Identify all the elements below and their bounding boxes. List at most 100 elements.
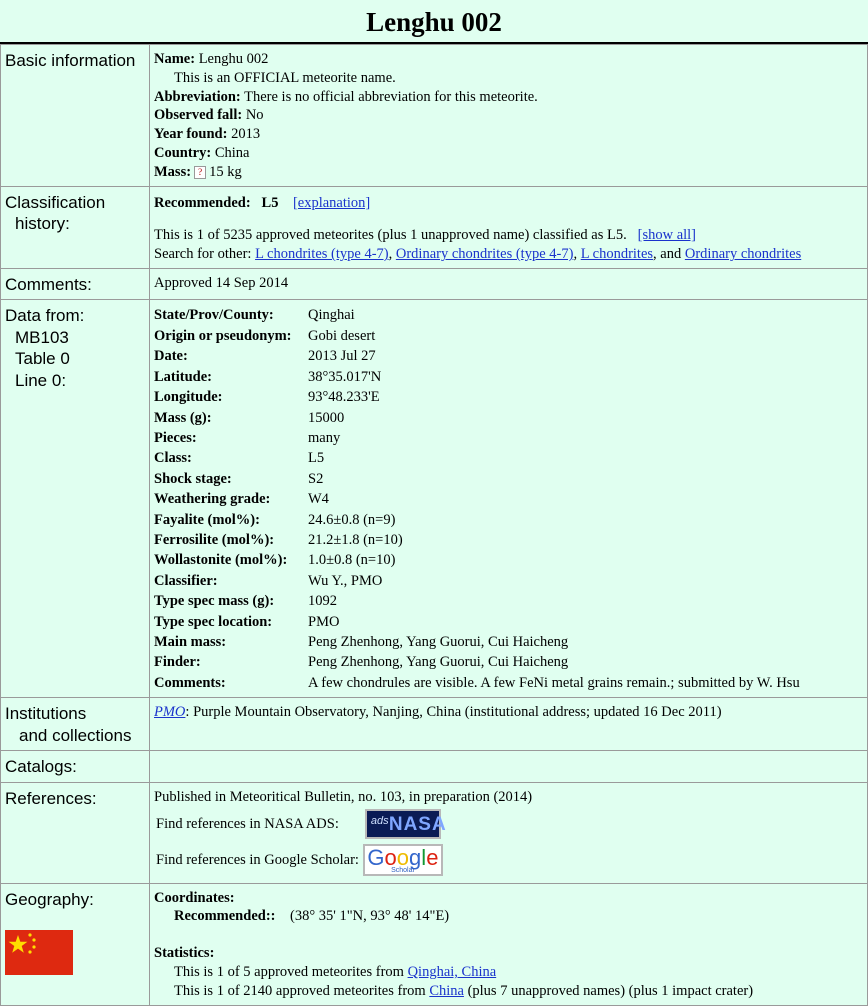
classification-count-text: This is 1 of 5235 approved meteorites (p… (154, 227, 627, 244)
data-row: Comments: A few chondrules are visible. A… (154, 673, 800, 693)
data-row-key: Mass (g): (154, 409, 212, 426)
data-row-value: L5 (308, 450, 325, 467)
data-from-label: Data from: MB103 Table 0 Line 0: (0, 299, 150, 699)
show-all-link[interactable]: [show all] (638, 227, 696, 243)
data-row-value: 93°48.233'E (308, 389, 380, 406)
name-value: Lenghu 002 (198, 51, 269, 67)
qinghai-china-link[interactable]: Qinghai, China (408, 964, 497, 980)
geography-label-cell: Geography: (0, 882, 150, 1006)
institutions-label-line2: and collections (19, 725, 132, 745)
help-icon[interactable]: ? (194, 165, 207, 179)
references-row: References: Published in Meteoritical Bu… (0, 781, 868, 884)
data-from-row: Data from: MB103 Table 0 Line 0: State/P… (0, 299, 868, 699)
data-row-value: PMO (308, 613, 340, 630)
data-row-key: Class: (154, 450, 192, 467)
statistics-key: Statistics: (154, 945, 215, 962)
catalogs-label: Catalogs: (0, 750, 150, 783)
nasa-ads-button[interactable]: ads NASA (364, 809, 446, 840)
basic-info-values: Name: Lenghu 002 This is an OFFICIAL met… (149, 44, 868, 187)
data-row-key: State/Prov/County: (154, 307, 274, 324)
search-other-prefix: Search for other: (154, 246, 252, 263)
data-row: Wollastonite (mol%): 1.0±0.8 (n=10) (154, 550, 800, 570)
data-row: Date: 2013 Jul 27 (154, 346, 800, 366)
data-row-key: Wollastonite (mol%): (154, 552, 288, 569)
nasa-ads-row: Find references in NASA ADS: ads NASA (154, 806, 863, 842)
nasa-logo-text: NASA (388, 814, 447, 836)
data-row-value: 2013 Jul 27 (308, 348, 376, 365)
data-row: Fayalite (mol%): 24.6±0.8 (n=9) (154, 510, 800, 530)
data-row: Shock stage: S2 (154, 469, 800, 489)
classification-label: Classification history: (0, 185, 150, 269)
catalogs-value (149, 750, 868, 783)
data-row-value: A few chondrules are visible. A few FeNi… (308, 674, 800, 691)
year-found-key: Year found: (154, 126, 228, 143)
official-note: This is an OFFICIAL meteorite name. (174, 69, 396, 86)
catalogs-row: Catalogs: (0, 750, 868, 783)
data-row: Weathering grade: W4 (154, 489, 800, 509)
google-scholar-text: Find references in Google Scholar: (156, 852, 359, 869)
data-row-key: Type spec mass (g): (154, 593, 275, 610)
geography-row: Geography: Coordinates: Recommended:: (3… (0, 882, 868, 1006)
data-row: Main mass: Peng Zhenhong, Yang Guorui, Cu… (154, 632, 800, 652)
data-row-key: Ferrosilite (mol%): (154, 531, 275, 548)
data-row-value: Peng Zhenhong, Yang Guorui, Cui Haicheng (308, 654, 569, 671)
google-scholar-button[interactable]: Google Scholar (362, 844, 443, 877)
recommended-class: L5 (261, 194, 279, 211)
explanation-link[interactable]: [explanation] (293, 195, 370, 211)
published-text: Published in Meteoritical Bulletin, no. … (154, 788, 533, 805)
data-row: Latitude: 38°35.017'N (154, 367, 800, 387)
data-row-key: Main mass: (154, 633, 227, 650)
data-row-key: Finder: (154, 654, 201, 671)
data-row-value: 24.6±0.8 (n=9) (308, 511, 396, 528)
data-row-value: Qinghai (308, 307, 355, 324)
stat2-suffix: (plus 7 unapproved names) (plus 1 impact… (467, 982, 754, 999)
ads-logo-text: ads (370, 815, 389, 828)
data-row-key: Date: (154, 348, 188, 365)
data-row-value: 15000 (308, 409, 345, 426)
nasa-ads-text: Find references in NASA ADS: (156, 816, 339, 833)
mass-key: Mass: (154, 163, 192, 180)
classification-values: Recommended: L5 [explanation] This is 1 … (149, 185, 868, 269)
data-row-value: 1092 (308, 593, 337, 610)
data-row: Longitude: 93°48.233'E (154, 387, 800, 407)
data-row: Class: L5 (154, 448, 800, 468)
china-link[interactable]: China (429, 983, 464, 999)
data-row-value: 1.0±0.8 (n=10) (308, 552, 396, 569)
country-value: China (214, 144, 250, 161)
data-from-line: Line 0: (15, 370, 67, 390)
data-row-value: W4 (308, 491, 329, 508)
institutions-label: Institutions and collections (0, 697, 150, 752)
classification-label-line1: Classification (5, 192, 106, 212)
ordinary-chondrites-type-link[interactable]: Ordinary chondrites (type 4-7) (396, 246, 574, 262)
data-row-value: many (308, 429, 341, 446)
mass-value: 15 kg (209, 163, 242, 180)
data-row-key: Longitude: (154, 389, 223, 406)
classification-row: Classification history: Recommended: L5 … (0, 185, 868, 269)
data-row-key: Origin or pseudonym: (154, 327, 292, 344)
data-from-label-line1: Data from: (5, 306, 85, 326)
l-chondrites-link[interactable]: L chondrites (581, 246, 653, 262)
ordinary-chondrites-link[interactable]: Ordinary chondrites (685, 246, 801, 262)
observed-fall-key: Observed fall: (154, 107, 243, 124)
data-row-value: Peng Zhenhong, Yang Guorui, Cui Haicheng (308, 633, 569, 650)
l-chondrites-type-link[interactable]: L chondrites (type 4-7) (255, 246, 389, 262)
and-text: , and (653, 246, 682, 263)
references-values: Published in Meteoritical Bulletin, no. … (149, 781, 868, 884)
data-row-value: S2 (308, 470, 324, 487)
data-row: Classifier: Wu Y., PMO (154, 571, 800, 591)
stat2-text: This is 1 of 2140 approved meteorites fr… (174, 982, 426, 999)
data-row-key: Shock stage: (154, 470, 232, 487)
institutions-value: PMO: Purple Mountain Observatory, Nanjin… (149, 697, 868, 752)
pmo-link[interactable]: PMO (154, 704, 185, 720)
institutions-row: Institutions and collections PMO: Purple… (0, 697, 868, 752)
data-row-key: Pieces: (154, 429, 197, 446)
basic-info-row: Basic information Name: Lenghu 002 This … (0, 44, 868, 187)
meteorite-info-table: Basic information Name: Lenghu 002 This … (0, 44, 868, 1006)
data-row-key: Latitude: (154, 368, 212, 385)
china-flag-icon (5, 930, 73, 976)
geography-label: Geography: (5, 889, 94, 909)
data-from-values: State/Prov/County: Qinghai Origin or pseud… (149, 299, 868, 699)
name-key: Name: (154, 51, 196, 67)
data-row: Mass (g): 15000 (154, 408, 800, 428)
references-label: References: (0, 781, 150, 884)
